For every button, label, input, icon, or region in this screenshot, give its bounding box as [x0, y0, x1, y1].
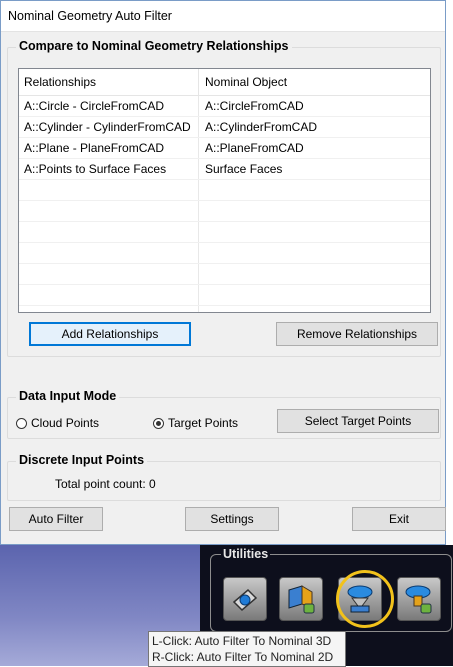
radio-circle-selected [153, 417, 164, 429]
table-row[interactable]: A::Circle - CircleFromCAD A::CircleFromC… [19, 96, 430, 117]
radio-circle [16, 417, 27, 429]
nominal-cell: A::CircleFromCAD [205, 99, 304, 113]
compare-group-title: Compare to Nominal Geometry Relationship… [16, 39, 292, 53]
relationship-cell: A::Points to Surface Faces [19, 159, 199, 179]
column-header-relationships[interactable]: Relationships [19, 69, 199, 95]
tooltip-line-2: R-Click: Auto Filter To Nominal 2D [152, 650, 334, 664]
nominal-geometry-dialog: Nominal Geometry Auto Filter Compare to … [0, 0, 446, 545]
target-points-label: Target Points [168, 416, 239, 430]
data-input-mode-title: Data Input Mode [16, 389, 120, 403]
column-header-nominal-object[interactable]: Nominal Object [199, 69, 430, 95]
cloud-points-radio[interactable]: Cloud Points [16, 416, 99, 430]
nominal-cell: A::PlaneFromCAD [205, 141, 304, 155]
empty-row [19, 201, 430, 222]
measure-icon[interactable] [223, 577, 267, 621]
compare-group: Compare to Nominal Geometry Relationship… [7, 39, 441, 357]
relationship-cell: A::Plane - PlaneFromCAD [19, 138, 199, 158]
remove-relationships-button[interactable]: Remove Relationships [276, 322, 438, 346]
settings-button[interactable]: Settings [185, 507, 279, 531]
auto-filter-button[interactable]: Auto Filter [9, 507, 103, 531]
utilities-title: Utilities [221, 547, 271, 561]
table-row[interactable]: A::Points to Surface Faces Surface Faces [19, 159, 430, 180]
relationship-cell: A::Cylinder - CylinderFromCAD [19, 117, 199, 137]
nominal-cell: A::CylinderFromCAD [205, 120, 318, 134]
cloud-import-icon[interactable] [397, 577, 441, 621]
empty-row [19, 180, 430, 201]
exit-button[interactable]: Exit [352, 507, 446, 531]
empty-row [19, 285, 430, 306]
total-point-count: Total point count: 0 [55, 477, 156, 491]
target-points-radio[interactable]: Target Points [153, 416, 238, 430]
nominal-filter-icon[interactable] [279, 577, 323, 621]
relationship-cell: A::Circle - CircleFromCAD [19, 96, 199, 116]
discrete-input-group: Discrete Input Points Total point count:… [7, 453, 441, 501]
nominal-cell: Surface Faces [205, 162, 283, 176]
relationships-list[interactable]: Relationships Nominal Object A::Circle -… [18, 68, 431, 313]
active-tool-highlight [336, 570, 394, 628]
empty-row [19, 243, 430, 264]
add-relationships-button[interactable]: Add Relationships [29, 322, 191, 346]
dialog-title: Nominal Geometry Auto Filter [1, 1, 445, 32]
discrete-input-title: Discrete Input Points [16, 453, 148, 467]
cloud-points-label: Cloud Points [31, 416, 100, 430]
data-input-mode-group: Data Input Mode Cloud Points Target Poin… [7, 389, 441, 439]
list-header: Relationships Nominal Object [19, 69, 430, 96]
table-row[interactable]: A::Cylinder - CylinderFromCAD A::Cylinde… [19, 117, 430, 138]
utilities-panel: Utilities [210, 547, 452, 632]
empty-row [19, 306, 430, 312]
table-row[interactable]: A::Plane - PlaneFromCAD A::PlaneFromCAD [19, 138, 430, 159]
tooltip-line-1: L-Click: Auto Filter To Nominal 3D [152, 634, 332, 648]
empty-row [19, 222, 430, 243]
select-target-points-button[interactable]: Select Target Points [277, 409, 439, 433]
tool-tooltip: L-Click: Auto Filter To Nominal 3D R-Cli… [148, 631, 346, 667]
empty-row [19, 264, 430, 285]
